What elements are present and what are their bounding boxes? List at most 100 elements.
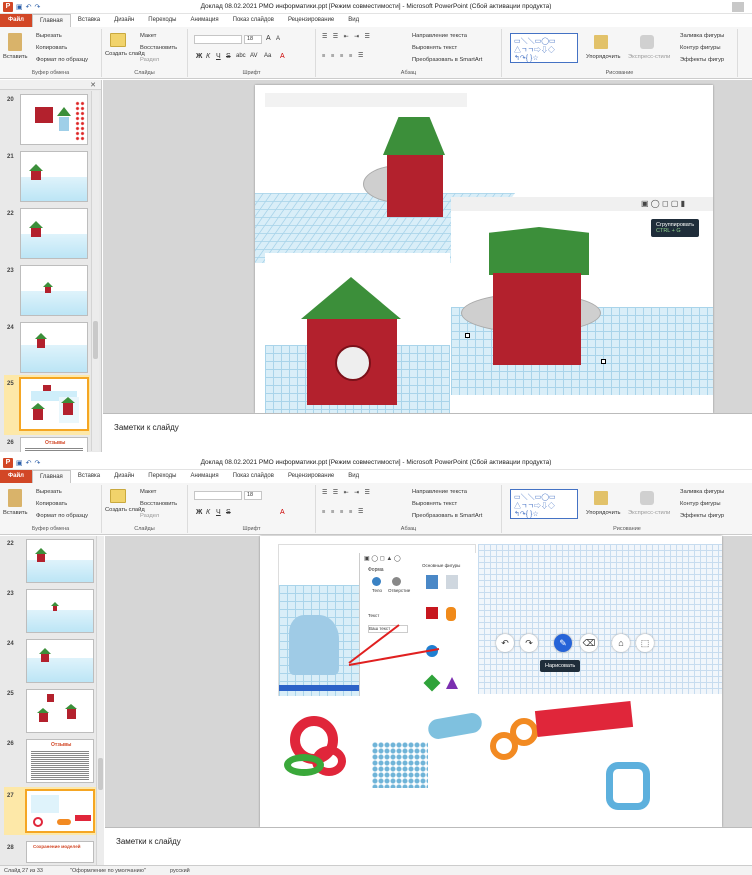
italic-button[interactable]: К: [206, 509, 210, 516]
slide-panel-scrollbar[interactable]: [96, 536, 104, 865]
view-icon[interactable]: ⬚: [636, 634, 654, 652]
undo-icon[interactable]: ↶: [496, 634, 514, 652]
current-slide[interactable]: ▣ ◯ ◻ ▢ ▮ Сгруппировать CTRL + G: [255, 85, 713, 413]
new-slide-button[interactable]: Создать слайд: [105, 51, 145, 57]
reset-button[interactable]: Восстановить: [140, 501, 177, 507]
grow-font-button[interactable]: A: [266, 35, 271, 42]
close-icon[interactable]: ✕: [90, 81, 96, 89]
slide-editing-area[interactable]: ▣ ◯ ◻ ▲ ◯ Форма Тело Отверстие Текст Ваш…: [105, 536, 752, 827]
quick-styles-button[interactable]: Экспресс-стили: [628, 54, 670, 60]
italic-button[interactable]: К: [206, 53, 210, 60]
tab-insert[interactable]: Вставка: [71, 14, 107, 27]
align-icon[interactable]: ≡ ≡ ≡ ≡ ☰: [322, 53, 365, 59]
tab-animation[interactable]: Анимация: [183, 470, 225, 483]
font-name-field[interactable]: [194, 35, 242, 44]
shape-fill-button[interactable]: Заливка фигуры: [680, 33, 724, 39]
slide-thumbnail-22[interactable]: [26, 539, 94, 583]
arrange-button[interactable]: Упорядочить: [586, 54, 621, 60]
slide-thumbnail-26[interactable]: Отзывы: [26, 739, 94, 783]
scrollbar-thumb[interactable]: [98, 758, 103, 790]
slide-thumbnail-28[interactable]: Сохранение моделей: [26, 841, 94, 863]
slide-thumbnail-25[interactable]: [19, 377, 89, 431]
toolbar-icons[interactable]: ▣ ◯ ◻ ▢ ▮: [641, 199, 685, 208]
shadow-button[interactable]: abc: [236, 53, 246, 59]
paste-icon[interactable]: [8, 489, 22, 507]
tab-view[interactable]: Вид: [341, 14, 366, 27]
slide-panel-scrollbar[interactable]: [91, 91, 99, 451]
font-size-field[interactable]: 18: [244, 491, 262, 500]
spacing-button[interactable]: AV: [250, 53, 258, 59]
pencil-icon[interactable]: ✎: [554, 634, 572, 652]
notes-pane[interactable]: Заметки к слайду: [103, 413, 752, 452]
shapes-gallery[interactable]: ▭＼＼▭◯▭ △ㄱㄱ⇨⇩◇ ↰↷{ }☆: [510, 489, 578, 519]
shape-outline-button[interactable]: Контур фигуры: [680, 45, 721, 51]
tab-slideshow[interactable]: Показ слайдов: [226, 14, 281, 27]
copy-button[interactable]: Копировать: [36, 45, 67, 51]
quick-styles-icon[interactable]: [640, 491, 654, 505]
layout-button[interactable]: Макет: [140, 489, 156, 495]
cut-button[interactable]: Вырезать: [36, 33, 62, 39]
shrink-font-button[interactable]: A: [276, 36, 280, 42]
current-slide[interactable]: ▣ ◯ ◻ ▲ ◯ Форма Тело Отверстие Текст Ваш…: [260, 536, 722, 827]
redo-icon[interactable]: ↷: [520, 634, 538, 652]
tab-insert[interactable]: Вставка: [71, 470, 107, 483]
shape-outline-button[interactable]: Контур фигуры: [680, 501, 721, 507]
selection-handle[interactable]: [465, 333, 470, 338]
quick-styles-button[interactable]: Экспресс-стили: [628, 510, 670, 516]
tab-transitions[interactable]: Переходы: [141, 470, 183, 483]
section-button[interactable]: Раздел: [140, 513, 159, 519]
copy-button[interactable]: Копировать: [36, 501, 67, 507]
new-slide-icon[interactable]: [110, 33, 126, 47]
eraser-icon[interactable]: ⌫: [580, 634, 598, 652]
slide-thumbnail-27[interactable]: [25, 789, 95, 833]
slide-thumbnail-23[interactable]: [20, 265, 88, 316]
bold-button[interactable]: Ж: [196, 509, 202, 516]
notes-pane[interactable]: Заметки к слайду: [105, 827, 752, 865]
case-button[interactable]: Aa: [264, 53, 271, 59]
language[interactable]: русский: [170, 868, 190, 874]
font-color-button[interactable]: A: [280, 53, 285, 60]
window-control-icon[interactable]: [732, 2, 744, 12]
font-name-field[interactable]: [194, 491, 242, 500]
font-size-field[interactable]: 18: [244, 35, 262, 44]
tab-design[interactable]: Дизайн: [107, 470, 141, 483]
new-slide-icon[interactable]: [110, 489, 126, 503]
align-text-button[interactable]: Выровнять текст: [412, 501, 457, 507]
tab-file[interactable]: Файл: [0, 14, 32, 27]
list-icon[interactable]: ☰ ☰ ⇤ ⇥ ☰: [322, 490, 372, 496]
format-painter-button[interactable]: Формат по образцу: [36, 513, 88, 519]
tab-design[interactable]: Дизайн: [107, 14, 141, 27]
tab-file[interactable]: Файл: [0, 470, 32, 483]
smartart-button[interactable]: Преобразовать в SmartArt: [412, 57, 482, 63]
paste-icon[interactable]: [8, 33, 22, 51]
shapes-gallery[interactable]: ▭＼＼▭◯▭ △ㄱㄱ⇨⇩◇ ↰↷{ }☆: [510, 33, 578, 63]
slide-thumbnail-24[interactable]: [20, 322, 88, 373]
new-slide-button[interactable]: Создать слайд: [105, 507, 145, 513]
tab-review[interactable]: Рецензирование: [281, 470, 341, 483]
arrange-icon[interactable]: [594, 491, 608, 505]
tab-transitions[interactable]: Переходы: [141, 14, 183, 27]
underline-button[interactable]: Ч: [216, 53, 221, 60]
tab-home[interactable]: Главная: [31, 14, 71, 27]
paste-button[interactable]: Вставить: [3, 510, 28, 516]
align-text-button[interactable]: Выровнять текст: [412, 45, 457, 51]
tab-animation[interactable]: Анимация: [183, 14, 225, 27]
strike-button[interactable]: S: [226, 509, 231, 516]
tab-home[interactable]: Главная: [31, 470, 71, 483]
text-direction-button[interactable]: Направление текста: [412, 489, 467, 495]
selection-handle[interactable]: [601, 359, 606, 364]
smartart-button[interactable]: Преобразовать в SmartArt: [412, 513, 482, 519]
align-icon[interactable]: ≡ ≡ ≡ ≡ ☰: [322, 509, 365, 515]
quick-styles-icon[interactable]: [640, 35, 654, 49]
format-painter-button[interactable]: Формат по образцу: [36, 57, 88, 63]
tab-slideshow[interactable]: Показ слайдов: [226, 470, 281, 483]
slide-thumbnail-21[interactable]: [20, 151, 88, 202]
tab-view[interactable]: Вид: [341, 470, 366, 483]
shape-fill-button[interactable]: Заливка фигуры: [680, 489, 724, 495]
slide-editing-area[interactable]: ▣ ◯ ◻ ▢ ▮ Сгруппировать CTRL + G: [103, 80, 752, 413]
paste-button[interactable]: Вставить: [3, 54, 28, 60]
slide-thumbnail-22[interactable]: [20, 208, 88, 259]
slide-thumbnail-25[interactable]: [26, 689, 94, 733]
tab-review[interactable]: Рецензирование: [281, 14, 341, 27]
reset-button[interactable]: Восстановить: [140, 45, 177, 51]
